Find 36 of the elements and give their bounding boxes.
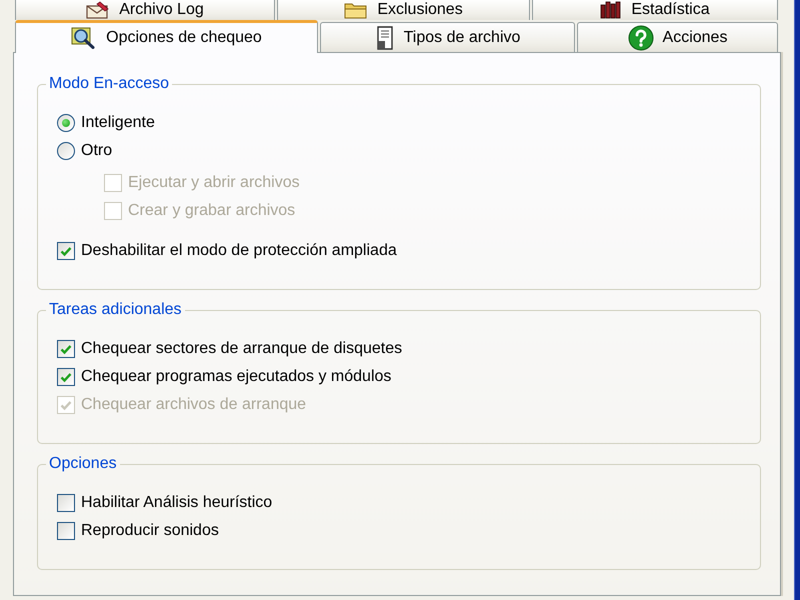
tab[interactable]: Exclusiones [277, 0, 530, 20]
folder-icon [344, 1, 368, 19]
option-label: Chequear sectores de arranque de disquetes [81, 340, 402, 358]
checkmark-icon [60, 400, 72, 410]
group-title: Tareas adicionales [48, 301, 183, 319]
tab[interactable]: Tipos de archivo [320, 22, 575, 52]
tab[interactable]: Opciones de chequeo [15, 20, 318, 53]
option-label: Chequear archivos de arranque [81, 396, 306, 414]
checkbox[interactable] [57, 242, 75, 260]
group-title: Modo En-acceso [48, 75, 170, 93]
radio-button[interactable] [57, 114, 75, 132]
option-label: Otro [81, 142, 112, 160]
group-title: Opciones [48, 455, 118, 473]
checkmark-icon [60, 344, 72, 354]
radio-button[interactable] [57, 142, 75, 160]
option-label: Inteligente [81, 114, 155, 132]
magnifier-icon [71, 27, 98, 49]
checkbox[interactable] [57, 340, 75, 358]
bar-chart-icon [600, 1, 622, 19]
document-icon [374, 26, 395, 50]
option-label: Ejecutar y abrir archivos [128, 174, 300, 192]
option-label: Chequear programas ejecutados y módulos [81, 368, 392, 386]
option-label: Crear y grabar archivos [128, 202, 296, 220]
tab[interactable]: Estadística [532, 0, 778, 20]
tab[interactable]: Acciones [577, 22, 778, 52]
checkmark-icon [60, 246, 72, 256]
envelope-icon [86, 1, 110, 19]
option-label: Deshabilitar el modo de protección ampliada [81, 242, 397, 260]
option-label: Habilitar Análisis heurístico [81, 494, 272, 512]
checkmark-icon [60, 372, 72, 382]
checkbox[interactable] [57, 494, 75, 512]
help-icon [628, 24, 654, 50]
tab[interactable]: Archivo Log [15, 0, 275, 20]
checkbox[interactable] [57, 368, 75, 386]
checkbox[interactable] [57, 522, 75, 540]
option-label: Reproducir sonidos [81, 522, 219, 540]
